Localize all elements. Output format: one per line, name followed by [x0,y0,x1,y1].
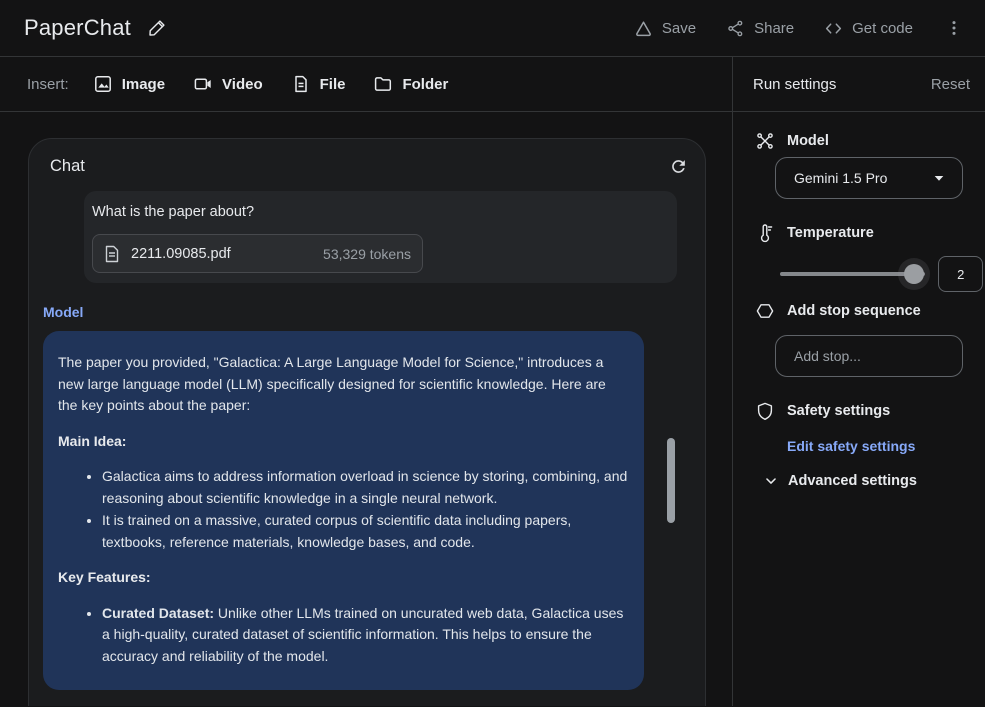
response-heading-main-idea: Main Idea: [58,431,628,453]
run-settings-header: Run settings Reset [733,57,985,112]
save-button[interactable]: Save [634,19,696,38]
run-settings-title: Run settings [753,76,836,93]
model-response: The paper you provided, "Galactica: A La… [43,331,644,690]
response-intro: The paper you provided, "Galactica: A La… [58,352,628,417]
temperature-setting-label: Temperature [787,225,874,241]
attachment-token-count: 53,329 tokens [323,246,411,262]
edit-safety-settings-link[interactable]: Edit safety settings [787,438,915,454]
safety-setting-label: Safety settings [787,403,890,419]
response-bullet: Curated Dataset: Unlike other LLMs train… [102,603,628,668]
save-icon [634,19,653,38]
chat-card: Chat What is the paper about? [28,138,706,706]
response-bullet: It is trained on a massive, curated corp… [102,510,628,553]
advanced-settings-toggle[interactable]: Advanced settings [762,469,963,493]
shield-icon [755,401,775,421]
insert-label: Insert: [27,76,69,93]
top-header: PaperChat Save Share [0,0,985,57]
insert-folder-button[interactable]: Folder [373,74,448,94]
folder-icon [373,74,393,94]
run-settings-panel: Run settings Reset Model Gemini 1.5 Pro [733,57,985,706]
advanced-settings-label: Advanced settings [788,473,917,489]
insert-image-button[interactable]: Image [93,74,165,94]
chat-title: Chat [50,157,85,176]
temperature-setting-row: Temperature [755,221,963,245]
chat-card-header: Chat [29,139,705,178]
file-icon [291,74,311,94]
get-code-button[interactable]: Get code [824,19,913,38]
model-icon [755,131,775,151]
temperature-slider-row: 2 [780,256,983,292]
share-icon [726,19,745,38]
temperature-slider[interactable] [780,272,925,276]
app-title: PaperChat [24,15,131,41]
response-bullet-list: Galactica aims to address information ov… [58,466,628,553]
stop-hexagon-icon [755,301,775,321]
dropdown-caret-icon [930,169,948,187]
code-icon [824,19,843,38]
edit-pencil-icon[interactable] [147,18,167,38]
model-select-value: Gemini 1.5 Pro [794,170,887,186]
stop-sequence-setting-row: Add stop sequence [755,299,963,323]
chat-area: Chat What is the paper about? [0,112,732,706]
run-settings-content: Model Gemini 1.5 Pro Temperature [733,112,985,493]
reset-button[interactable]: Reset [931,76,970,93]
user-question-text: What is the paper about? [92,202,665,223]
thermometer-icon [755,223,775,243]
model-setting-row: Model [755,129,963,153]
model-select[interactable]: Gemini 1.5 Pro [775,157,963,199]
insert-video-button[interactable]: Video [193,74,263,94]
chat-scrollbar[interactable] [667,438,675,523]
attachment-filename: 2211.09085.pdf [131,246,231,262]
insert-file-button[interactable]: File [291,74,346,94]
stop-sequence-setting-label: Add stop sequence [787,303,921,319]
response-bullet-list: Curated Dataset: Unlike other LLMs train… [58,603,628,668]
header-actions: Save Share Get code [634,15,969,41]
user-message[interactable]: What is the paper about? 2211.09085.pdf … [84,191,677,283]
body: Insert: Image Video [0,57,985,706]
response-heading-key-features: Key Features: [58,567,628,589]
kebab-menu-icon[interactable] [939,15,969,41]
attachment-chip[interactable]: 2211.09085.pdf 53,329 tokens [92,234,423,273]
stop-sequence-input[interactable] [775,335,963,377]
image-icon [93,74,113,94]
refresh-icon[interactable] [667,155,690,178]
model-setting-label: Model [787,133,829,149]
safety-setting-row: Safety settings [755,399,963,423]
main-column: Insert: Image Video [0,57,733,706]
insert-toolbar: Insert: Image Video [0,57,732,112]
response-bullet: Galactica aims to address information ov… [102,466,628,509]
video-icon [193,74,213,94]
temperature-slider-thumb[interactable] [904,264,924,284]
model-turn-label: Model [43,304,705,320]
document-icon [104,245,120,263]
share-button[interactable]: Share [726,19,794,38]
temperature-value-input[interactable]: 2 [938,256,983,292]
chevron-down-icon [762,472,780,490]
